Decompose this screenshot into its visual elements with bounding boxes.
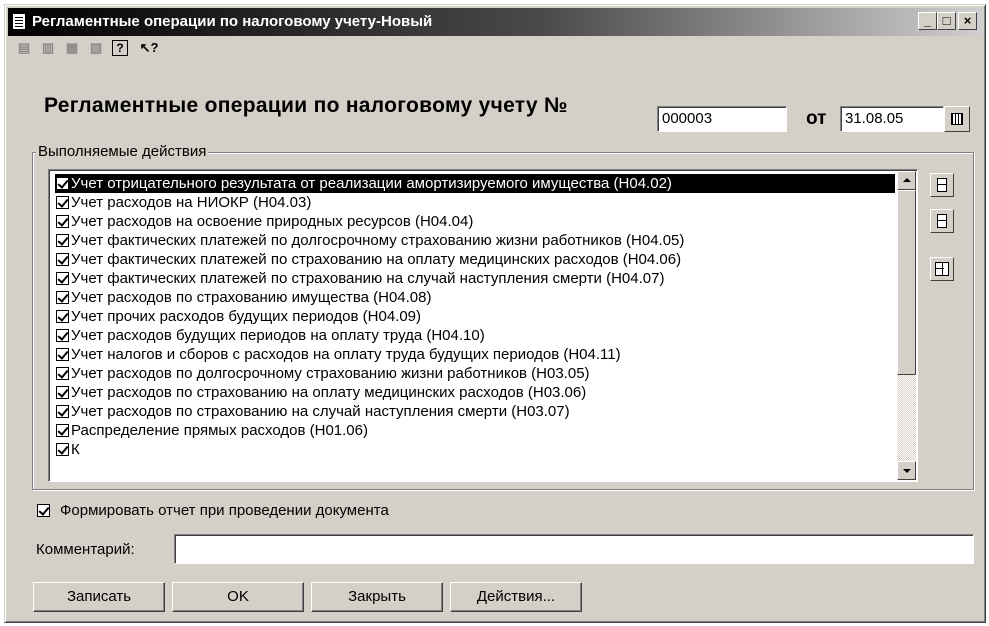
list-item[interactable]: Учет налогов и сборов с расходов на опла… xyxy=(55,345,895,364)
comment-label: Комментарий: xyxy=(36,541,135,558)
copy-doc-icon[interactable]: ▥ xyxy=(38,38,58,58)
list-item-label: Учет фактических платежей по долгосрочно… xyxy=(71,232,685,249)
list-item-checkbox[interactable] xyxy=(56,329,69,342)
list-item-label: Учет расходов будущих периодов на оплату… xyxy=(71,327,485,344)
document-number-field[interactable]: 000003 xyxy=(657,106,787,132)
list-item-label: Учет расходов на НИОКР (Н04.03) xyxy=(71,194,312,211)
uncheck-all-icon xyxy=(937,214,947,228)
report-option[interactable]: Формировать отчет при проведении докумен… xyxy=(37,502,389,519)
list-item[interactable]: Учет расходов на освоение природных ресу… xyxy=(55,212,895,231)
list-item-label: Учет прочих расходов будущих периодов (Н… xyxy=(71,308,422,325)
actions-list-items: Учет отрицательного результата от реализ… xyxy=(55,174,895,459)
actions-group-label: Выполняемые действия xyxy=(36,143,209,160)
list-item-checkbox[interactable] xyxy=(56,234,69,247)
list-item[interactable]: Учет расходов по долгосрочному страхован… xyxy=(55,364,895,383)
list-item-label: Учет фактических платежей по страхованию… xyxy=(71,251,682,268)
list-item-checkbox[interactable] xyxy=(56,253,69,266)
actions-list[interactable]: Учет отрицательного результата от реализ… xyxy=(48,169,918,482)
list-item[interactable]: Учет фактических платежей по страхованию… xyxy=(55,250,895,269)
report-checkbox-label: Формировать отчет при проведении докумен… xyxy=(60,502,389,519)
list-item-label: Распределение прямых расходов (Н01.06) xyxy=(71,422,368,439)
list-item[interactable]: Распределение прямых расходов (Н01.06) xyxy=(55,421,895,440)
list-item-label: Учет отрицательного результата от реализ… xyxy=(71,175,672,192)
list-item-checkbox[interactable] xyxy=(56,215,69,228)
minimize-button[interactable]: _ xyxy=(918,12,937,30)
list-item[interactable]: Учет расходов будущих периодов на оплату… xyxy=(55,326,895,345)
list-item[interactable]: Учет расходов по страхованию на случай н… xyxy=(55,402,895,421)
close-button[interactable]: Закрыть xyxy=(311,582,443,612)
invert-selection-button[interactable] xyxy=(930,257,954,281)
list-item-label: К xyxy=(71,441,80,458)
comment-input[interactable] xyxy=(174,534,974,564)
scroll-down-button[interactable] xyxy=(897,461,916,480)
list-item-label: Учет налогов и сборов с расходов на опла… xyxy=(71,346,621,363)
edit-doc-icon[interactable]: ▦ xyxy=(62,38,82,58)
check-all-icon xyxy=(937,178,947,192)
delete-doc-icon[interactable]: ▧ xyxy=(86,38,106,58)
list-item-label: Учет расходов по страхованию на оплату м… xyxy=(71,384,587,401)
ok-button[interactable]: OK xyxy=(172,582,304,612)
list-item[interactable]: Учет прочих расходов будущих периодов (Н… xyxy=(55,307,895,326)
list-item[interactable]: Учет расходов по страхованию на оплату м… xyxy=(55,383,895,402)
list-item-checkbox[interactable] xyxy=(56,424,69,437)
document-icon xyxy=(12,13,26,30)
list-item-label: Учет расходов по долгосрочному страхован… xyxy=(71,365,590,382)
list-item-label: Учет фактических платежей по страхованию… xyxy=(71,270,665,287)
new-doc-icon[interactable]: ▤ xyxy=(14,38,34,58)
help-icon[interactable]: ? xyxy=(112,40,128,56)
list-item-checkbox[interactable] xyxy=(56,310,69,323)
report-checkbox[interactable] xyxy=(37,504,50,517)
list-item-checkbox[interactable] xyxy=(56,196,69,209)
list-item[interactable]: Учет расходов по страхованию имущества (… xyxy=(55,288,895,307)
list-item-checkbox[interactable] xyxy=(56,291,69,304)
list-item-label: Учет расходов на освоение природных ресу… xyxy=(71,213,474,230)
list-item-checkbox[interactable] xyxy=(56,386,69,399)
list-item-checkbox[interactable] xyxy=(56,272,69,285)
uncheck-all-button[interactable] xyxy=(930,209,954,233)
page-title: Регламентные операции по налоговому учет… xyxy=(44,94,568,117)
list-item[interactable]: Учет расходов на НИОКР (Н04.03) xyxy=(55,193,895,212)
list-item-checkbox[interactable] xyxy=(56,443,69,456)
save-button[interactable]: Записать xyxy=(33,582,165,612)
maximize-button[interactable]: □ xyxy=(937,12,956,30)
check-all-button[interactable] xyxy=(930,173,954,197)
calendar-button[interactable] xyxy=(944,106,970,132)
vertical-scrollbar[interactable] xyxy=(897,171,916,480)
list-item[interactable]: Учет фактических платежей по долгосрочно… xyxy=(55,231,895,250)
close-window-button[interactable]: × xyxy=(958,12,977,30)
list-item[interactable]: К xyxy=(55,440,895,459)
document-date-field[interactable]: 31.08.05 xyxy=(840,106,944,132)
list-item[interactable]: Учет фактических платежей по страхованию… xyxy=(55,269,895,288)
scroll-thumb[interactable] xyxy=(897,190,916,375)
title-bar[interactable]: Регламентные операции по налоговому учет… xyxy=(8,8,982,36)
calendar-icon xyxy=(951,113,963,125)
date-label: от xyxy=(806,108,827,129)
list-item-checkbox[interactable] xyxy=(56,367,69,380)
list-item-label: Учет расходов по страхованию на случай н… xyxy=(71,403,570,420)
invert-selection-icon xyxy=(935,262,949,276)
whats-this-icon[interactable]: ↖? xyxy=(136,38,162,58)
list-item[interactable]: Учет отрицательного результата от реализ… xyxy=(55,174,895,193)
list-item-label: Учет расходов по страхованию имущества (… xyxy=(71,289,432,306)
scroll-up-button[interactable] xyxy=(897,171,916,190)
list-item-checkbox[interactable] xyxy=(56,348,69,361)
window-title: Регламентные операции по налоговому учет… xyxy=(32,13,433,30)
list-item-checkbox[interactable] xyxy=(56,177,69,190)
list-item-checkbox[interactable] xyxy=(56,405,69,418)
actions-menu-button[interactable]: Действия... xyxy=(450,582,582,612)
